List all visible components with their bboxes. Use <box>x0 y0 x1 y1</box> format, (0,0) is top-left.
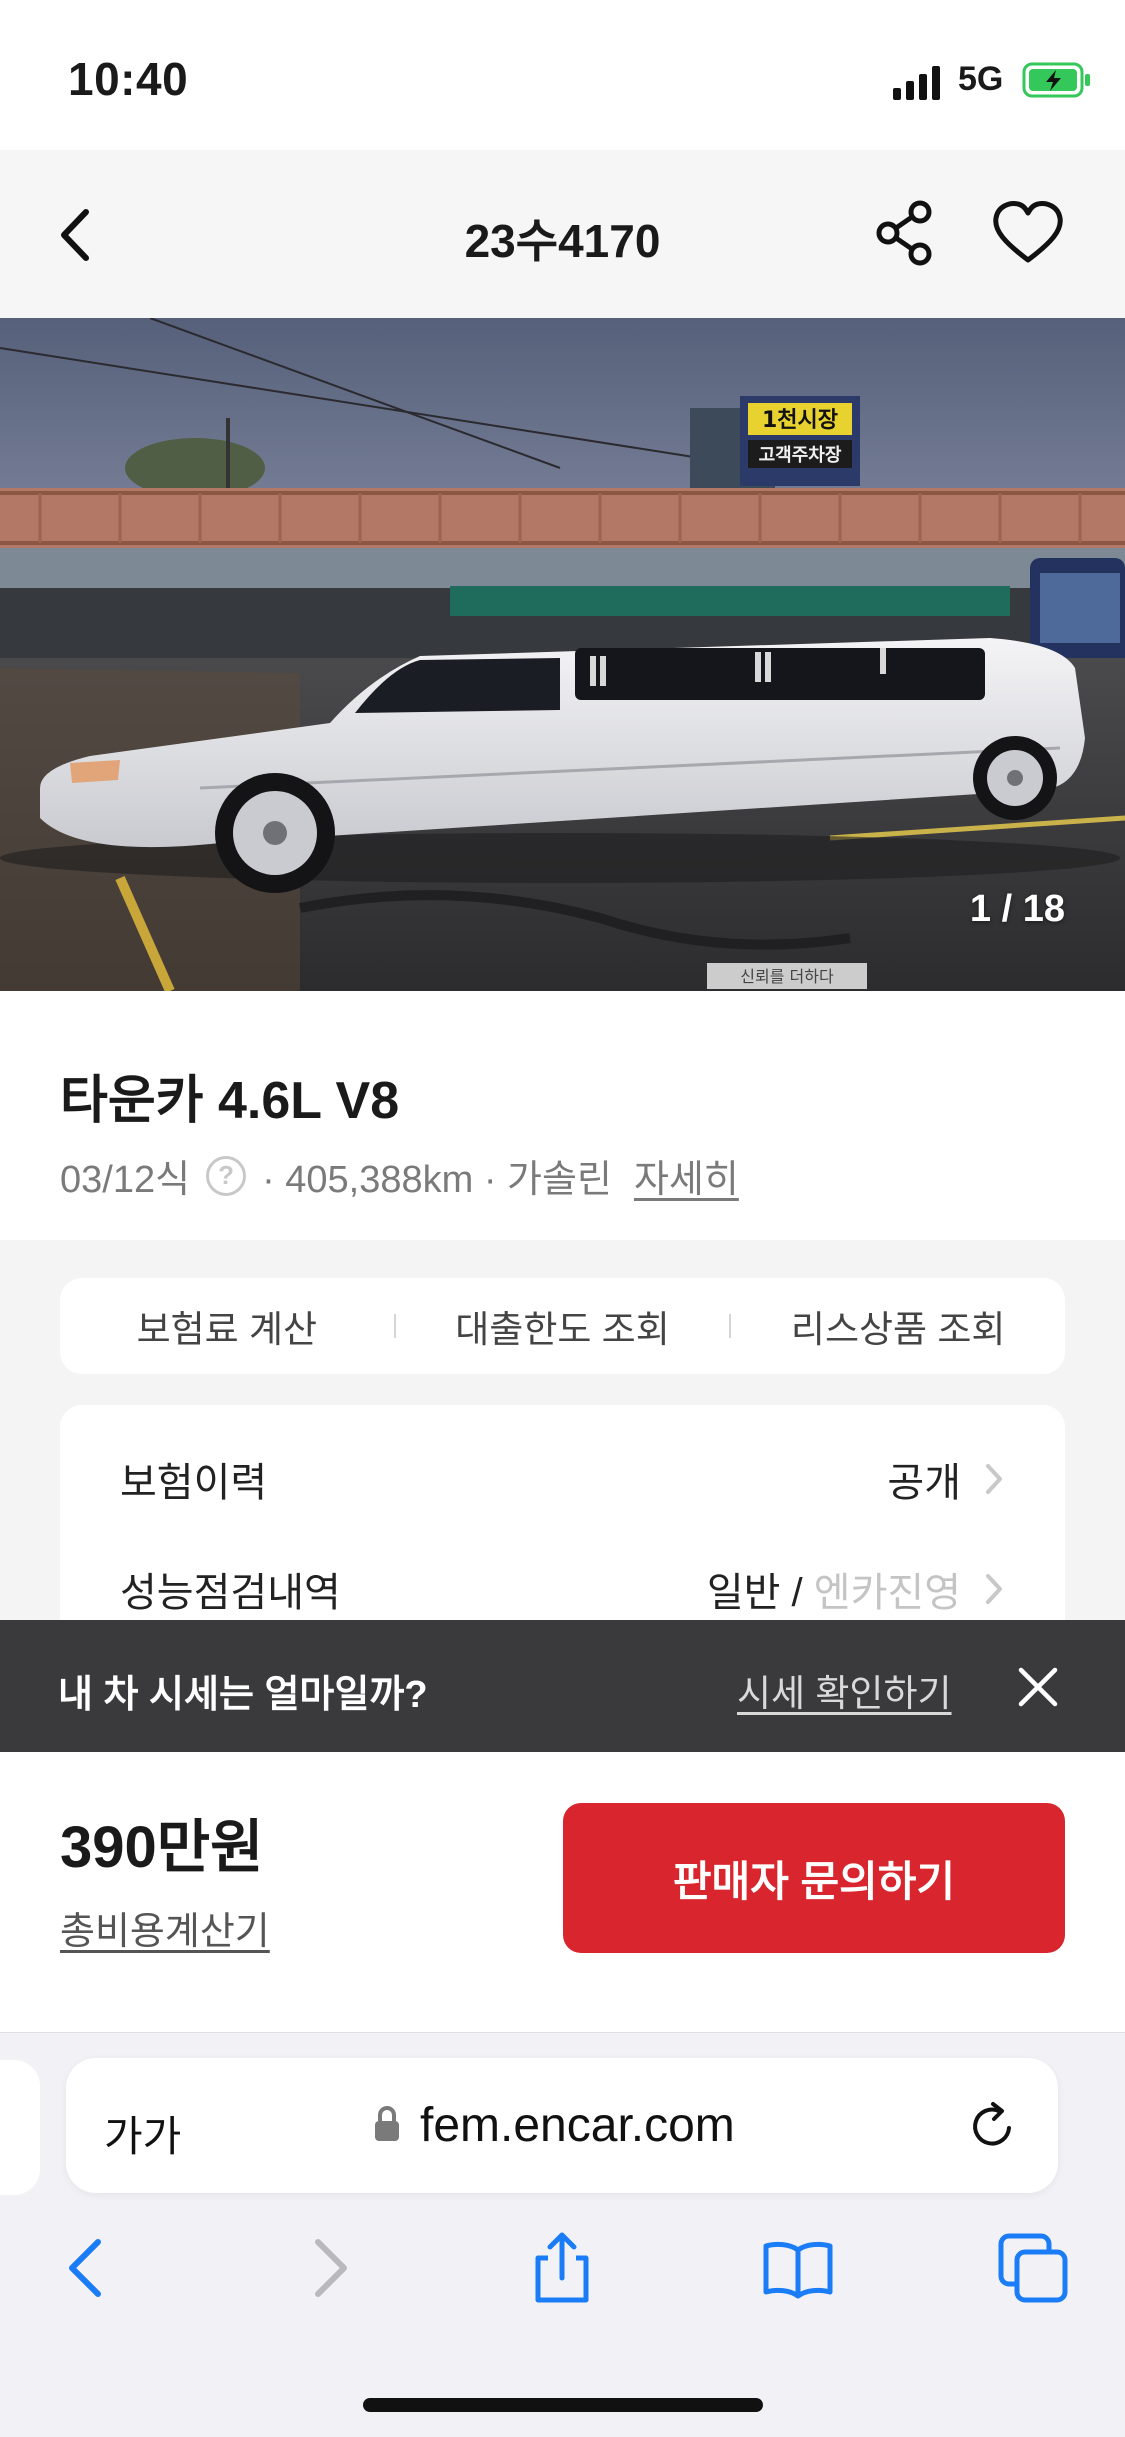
browser-back-icon[interactable] <box>50 2230 126 2306</box>
tabs-icon[interactable] <box>995 2230 1071 2306</box>
share-icon[interactable] <box>872 198 938 268</box>
close-icon[interactable] <box>1017 1666 1059 1708</box>
chevron-right-icon <box>986 1574 1002 1604</box>
actions-card: 보험료 계산 대출한도 조회 리스상품 조회 <box>60 1278 1065 1374</box>
contact-seller-button[interactable]: 판매자 문의하기 <box>563 1803 1065 1953</box>
detail-link[interactable]: 자세히 <box>634 1148 739 1203</box>
car-photo[interactable]: 1천시장 고객주차장 신뢰를 더하다 <box>0 318 1125 991</box>
price-value: 390만원 <box>60 1815 264 1880</box>
cellular-signal-icon <box>893 66 940 100</box>
page-title: 23수4170 <box>464 215 661 267</box>
url-text: fem.encar.com <box>420 2099 735 2152</box>
share-sheet-icon[interactable] <box>524 2230 600 2306</box>
loan-limit-button[interactable]: 대출한도 조회 <box>396 1299 730 1353</box>
banner-text: 내 차 시세는 얼마일까? <box>58 1674 428 1716</box>
insurance-history-row[interactable]: 보험이력 공개 <box>120 1449 1005 1509</box>
insurance-calc-button[interactable]: 보험료 계산 <box>60 1299 394 1353</box>
limousine-photo: 1천시장 고객주차장 신뢰를 더하다 <box>0 318 1125 991</box>
svg-text:고객주차장: 고객주차장 <box>759 445 842 466</box>
price-check-link[interactable]: 시세 확인하기 <box>737 1663 952 1717</box>
photo-counter: 1 / 18 <box>969 888 1065 930</box>
car-year: 03/12식 <box>60 1159 191 1201</box>
inspection-value-muted: 엔카진영 <box>813 1571 961 1615</box>
chevron-right-icon <box>986 1464 1002 1494</box>
heart-icon[interactable] <box>990 198 1066 268</box>
reload-icon[interactable] <box>965 2098 1021 2154</box>
insurance-history-label: 보험이력 <box>120 1461 268 1505</box>
insurance-history-value: 공개 <box>887 1461 961 1505</box>
car-title: 타운카 4.6L V8 <box>60 1072 400 1130</box>
previous-tab-stub[interactable] <box>0 2060 40 2195</box>
home-indicator <box>363 2398 763 2412</box>
battery-charging-icon <box>1022 62 1090 98</box>
inspection-value: 일반 / <box>706 1571 803 1615</box>
svg-text:신뢰를 더하다: 신뢰를 더하다 <box>740 967 834 986</box>
text-size-button[interactable]: 가가 <box>104 2103 181 2164</box>
svg-text:1천시장: 1천시장 <box>762 408 838 433</box>
lock-icon <box>375 2106 399 2141</box>
lease-product-button[interactable]: 리스상품 조회 <box>731 1299 1065 1353</box>
total-cost-calculator-link[interactable]: 총비용계산기 <box>60 1900 270 1955</box>
car-mileage-fuel: · 405,388km · 가솔린 <box>262 1159 612 1201</box>
browser-forward-icon[interactable] <box>290 2230 366 2306</box>
car-meta: 03/12식 ? · 405,388km · 가솔린 자세히 <box>60 1148 739 1203</box>
help-icon[interactable]: ? <box>206 1155 247 1196</box>
inspection-row[interactable]: 성능점검내역 일반 / 엔카진영 <box>120 1559 1005 1619</box>
status-time: 10:40 <box>68 53 189 105</box>
inspection-label: 성능점검내역 <box>120 1571 341 1615</box>
bookmarks-icon[interactable] <box>760 2230 836 2306</box>
network-type: 5G <box>958 60 1004 98</box>
